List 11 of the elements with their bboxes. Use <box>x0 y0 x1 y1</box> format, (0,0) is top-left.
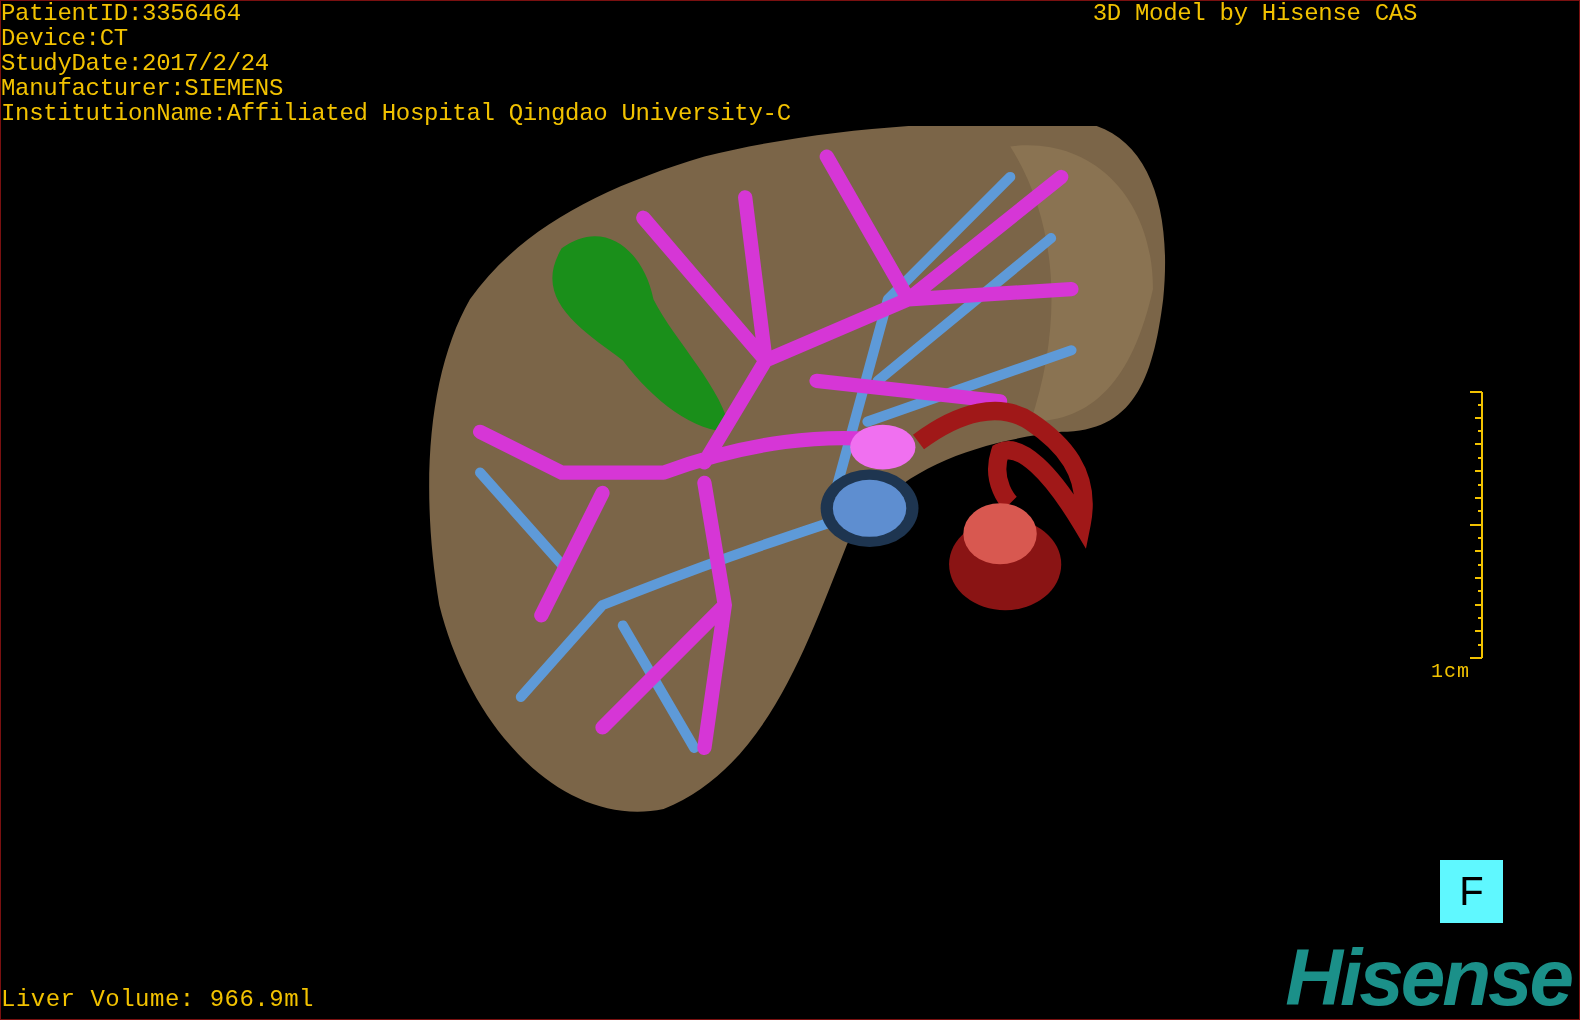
scale-label: 1cm <box>1431 661 1470 683</box>
orientation-marker: F <box>1440 860 1503 923</box>
brand-logo: Hisense <box>1285 943 1573 1013</box>
info-text: Device:CT <box>1 26 129 51</box>
model-title: 3D Model by Hisense CAS <box>1092 1 1417 26</box>
liver-volume-text: Liver Volume: 966.9ml <box>1 987 314 1013</box>
info-text: PatientID:3356464 <box>1 1 242 26</box>
info-text: InstitutionName:Affiliated Hospital Qingdao University-C <box>1 101 791 126</box>
info-text: Manufacturer:SIEMENS <box>1 76 285 101</box>
info-text: StudyDate:2017/2/24 <box>1 51 270 76</box>
scale-bar-icon <box>1469 391 1483 659</box>
